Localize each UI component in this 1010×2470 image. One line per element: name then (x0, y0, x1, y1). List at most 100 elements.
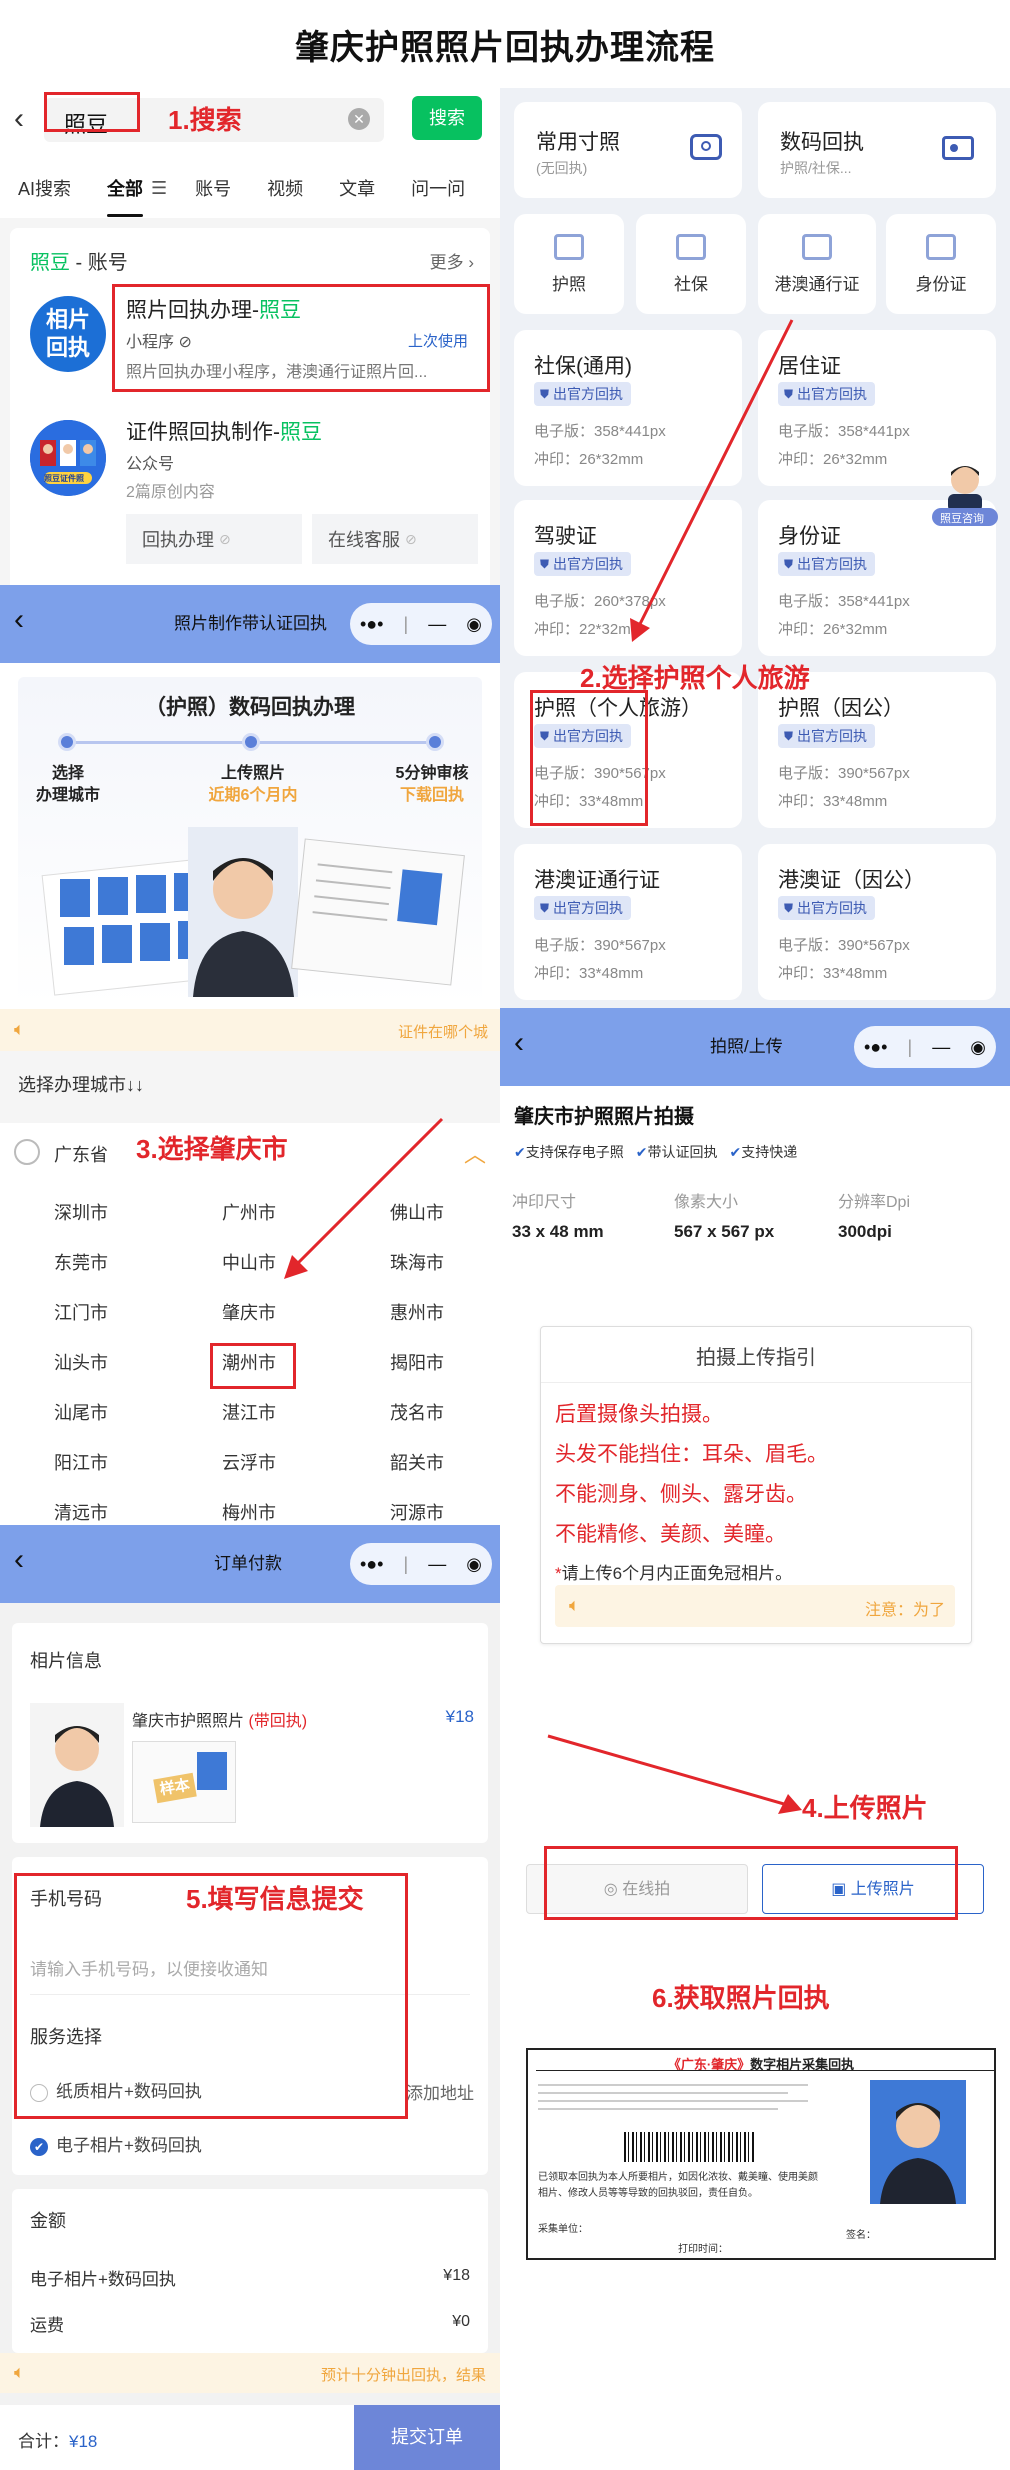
search-button[interactable]: 搜索 (412, 96, 482, 140)
capsule-menu[interactable]: •●• | — ◉ (854, 1026, 996, 1068)
chevron-up-icon: ︿ (463, 1142, 486, 1167)
photo-thumbnail (30, 1703, 124, 1827)
tab-video[interactable]: 视频 (249, 175, 321, 201)
city-item[interactable]: 中山市 (222, 1249, 276, 1275)
icon-id-card[interactable]: 身份证 (886, 214, 996, 314)
back-icon[interactable]: ‹ (14, 102, 24, 136)
icon-social-security[interactable]: 社保 (636, 214, 746, 314)
city-item[interactable]: 东莞市 (54, 1249, 108, 1275)
receipt-panel: 6.获取照片回执 《广东·肇庆》数字相片采集回执 已领取本回执为本人所要相片，如… (500, 1958, 1010, 2470)
capsule-menu[interactable]: •●• | — ◉ (350, 603, 492, 645)
product-item[interactable]: 港澳证（因公） ⛊ 出官方回执 电子版：390*567px 冲印：33*48mm (758, 844, 996, 1000)
photo-info-card: 相片信息 肇庆市护照照片 (带回执) ¥18 样本 (12, 1623, 488, 1843)
support-avatar[interactable]: 照豆咨询 (928, 458, 1002, 528)
product-item-title: 护照（因公） (778, 697, 904, 720)
icon-hk-macau-permit[interactable]: 港澳通行证 (758, 214, 876, 314)
checkout-bar: 合计：¥18 提交订单 (0, 2405, 500, 2470)
official-receipt-badge: ⛊ 出官方回执 (534, 382, 632, 406)
product-item-title: 社保(通用) (534, 355, 632, 378)
close-target-icon: ◉ (970, 1036, 986, 1057)
city-item[interactable]: 茂名市 (390, 1399, 444, 1425)
tab-ask[interactable]: 问一问 (393, 175, 483, 201)
speaker-icon: 🔈︎ (569, 1595, 580, 1615)
page-title: 肇庆护照照片回执办理流程 (295, 28, 715, 67)
submit-order-button[interactable]: 提交订单 (354, 2405, 500, 2470)
receipt-lines (538, 2078, 828, 2116)
more-dots-icon: •●• (360, 1553, 384, 1574)
step4-label: 4.上传照片 (802, 1793, 928, 1823)
guide-box: 拍摄上传指引 后置摄像头拍摄。 头发不能挡住：耳朵、眉毛。 不能测身、侧头、露牙… (540, 1326, 972, 1644)
city-item[interactable]: 惠州市 (390, 1299, 444, 1325)
step1-label: 1.搜索 (168, 105, 242, 135)
capsule-menu[interactable]: •●• | — ◉ (350, 1543, 492, 1585)
product-item[interactable]: 港澳证通行证 ⛊ 出官方回执 电子版：390*567px 冲印：33*48mm (514, 844, 742, 1000)
city-item[interactable]: 江门市 (54, 1299, 108, 1325)
city-item[interactable]: 梅州市 (222, 1499, 276, 1525)
guide-lines: 后置摄像头拍摄。 头发不能挡住：耳朵、眉毛。 不能测身、侧头、露牙齿。 不能精修… (555, 1403, 828, 1546)
more-dots-icon: •●• (360, 613, 384, 634)
city-item[interactable]: 阳江市 (54, 1449, 108, 1475)
common-photo-card[interactable]: 常用寸照 (无回执) (514, 102, 742, 198)
icon-passport[interactable]: 护照 (514, 214, 624, 314)
feature-item: ✔支持快递 (729, 1144, 798, 1160)
id-icon (926, 234, 956, 260)
more-dots-icon: •●• (864, 1036, 888, 1057)
city-section-title: 选择办理城市↓↓ (18, 1075, 144, 1095)
minimize-icon: — (932, 1036, 951, 1057)
city-item[interactable]: 汕头市 (54, 1349, 108, 1375)
official-receipt-badge: ⛊ 出官方回执 (534, 896, 632, 920)
city-item[interactable]: 广州市 (222, 1199, 276, 1225)
tab-account[interactable]: 账号 (177, 175, 249, 201)
official-receipt-badge: ⛊ 出官方回执 (778, 724, 876, 748)
order-navbar: ‹ 订单付款 •●• | — ◉ (0, 1525, 500, 1603)
nav-title: 拍照/上传 (710, 1037, 783, 1056)
highlight-city (210, 1343, 296, 1389)
city-item[interactable]: 深圳市 (54, 1199, 108, 1225)
minimize-icon: — (428, 1553, 447, 1574)
back-icon[interactable]: ‹ (14, 603, 24, 637)
arrow-step3 (284, 1117, 444, 1279)
speaker-icon: 🔈︎ (14, 1019, 25, 1039)
highlight-search (44, 92, 140, 132)
city-item[interactable]: 云浮市 (222, 1449, 276, 1475)
step5-label: 5.填写信息提交 (186, 1884, 364, 1914)
add-address-link[interactable]: 添加地址 (406, 2079, 474, 2104)
tab-all[interactable]: 全部 (89, 175, 161, 217)
city-notice: 🔈︎ 证件在哪个城 (0, 1009, 500, 1051)
step-info: 选择 办理城市 (35, 765, 100, 804)
product-item[interactable]: 护照（因公） ⛊ 出官方回执 电子版：390*567px 冲印：33*48mm (758, 672, 996, 828)
online-service-button[interactable]: 在线客服 ⊘ (312, 514, 478, 564)
city-item[interactable]: 湛江市 (222, 1399, 276, 1425)
step6-label: 6.获取照片回执 (652, 1983, 830, 2013)
process-panel: ‹ 照片制作带认证回执 •●• | — ◉ （护照）数码回执办理 选择 办理城市 上传照… (0, 585, 500, 1525)
back-icon[interactable]: ‹ (14, 1543, 24, 1577)
receipt-service-button[interactable]: 回执办理 ⊘ (126, 514, 302, 564)
city-item[interactable]: 清远市 (54, 1499, 108, 1525)
result2-type: 公众号 (126, 456, 175, 473)
step-dot (426, 733, 444, 751)
city-item[interactable]: 揭阳市 (390, 1349, 444, 1375)
mini-program-avatar[interactable]: 相片 回执 (30, 296, 106, 372)
official-account-avatar[interactable]: 照豆证件照 (30, 420, 106, 496)
result2-title[interactable]: 证件照回执制作-照豆 (126, 416, 322, 446)
close-target-icon: ◉ (466, 1553, 482, 1574)
city-item[interactable]: 肇庆市 (222, 1299, 276, 1325)
more-link[interactable]: 更多 › (430, 248, 474, 273)
tab-article[interactable]: 文章 (321, 175, 393, 201)
service-option-electronic[interactable]: ✔ 电子相片+数码回执 (30, 2131, 202, 2156)
city-item[interactable]: 汕尾市 (54, 1399, 108, 1425)
close-target-icon: ◉ (466, 613, 482, 634)
tab-ai-search[interactable]: AI搜索 (0, 175, 89, 201)
shield-icon: ⛊ (540, 900, 550, 915)
product-item-title: 港澳证（因公） (778, 869, 925, 892)
clear-icon[interactable]: ✕ (348, 108, 370, 130)
official-receipt-badge: ⛊ 出官方回执 (534, 552, 632, 576)
city-item[interactable]: 河源市 (390, 1499, 444, 1525)
official-receipt-badge: ⛊ 出官方回执 (778, 896, 876, 920)
page-title-bar: 肇庆护照照片回执办理流程 (0, 0, 1010, 88)
city-item[interactable]: 韶关市 (390, 1449, 444, 1475)
digital-receipt-card[interactable]: 数码回执 护照/社保... (758, 102, 996, 198)
receipt-sample: 样本 (132, 1741, 236, 1823)
social-card-icon (676, 234, 706, 260)
back-icon[interactable]: ‹ (514, 1026, 524, 1060)
